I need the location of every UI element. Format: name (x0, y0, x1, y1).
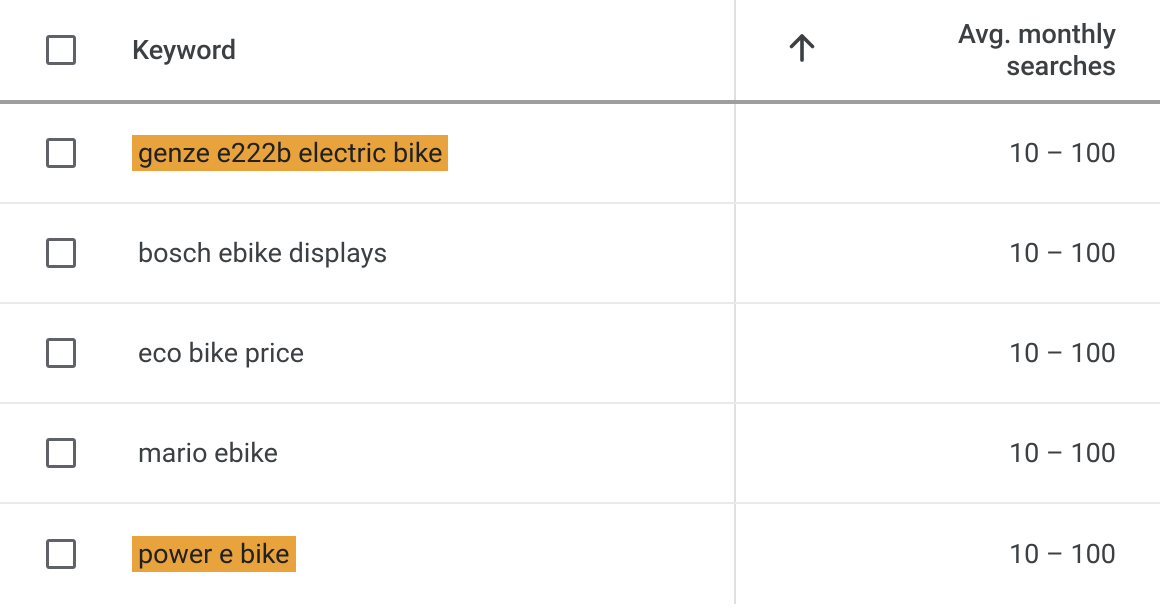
row-searches-cell: 10 – 100 (736, 337, 1116, 369)
row-searches-cell: 10 – 100 (736, 437, 1116, 469)
row-keyword-cell: power e bike (132, 536, 734, 572)
row-checkbox[interactable] (46, 238, 76, 268)
row-keyword-cell: genze e222b electric bike (132, 135, 734, 171)
arrow-up-icon (784, 30, 820, 70)
table-row: eco bike price 10 – 100 (0, 304, 1160, 404)
table-body: genze e222b electric bike10 – 100bosch e… (0, 104, 1160, 604)
row-checkbox[interactable] (46, 438, 76, 468)
row-checkbox-cell (46, 338, 132, 368)
keyword-text[interactable]: power e bike (132, 536, 296, 572)
row-checkbox-cell (46, 238, 132, 268)
header-checkbox-cell (46, 35, 132, 65)
table-header-row: Keyword Avg. monthly searches (0, 0, 1160, 104)
table-row: bosch ebike displays 10 – 100 (0, 204, 1160, 304)
searches-text: 10 – 100 (1009, 337, 1116, 369)
row-checkbox[interactable] (46, 338, 76, 368)
searches-text: 10 – 100 (1009, 538, 1116, 570)
header-searches-line1: Avg. monthly (958, 18, 1116, 50)
keyword-text[interactable]: bosch ebike displays (132, 235, 393, 271)
header-searches-line2: searches (958, 50, 1116, 82)
keyword-text[interactable]: eco bike price (132, 335, 310, 371)
row-checkbox-cell (46, 539, 132, 569)
table-row: genze e222b electric bike 10 – 100 (0, 104, 1160, 204)
row-checkbox-cell (46, 438, 132, 468)
searches-text: 10 – 100 (1009, 237, 1116, 269)
header-searches-label: Avg. monthly searches (958, 18, 1116, 83)
table-row: power e bike 10 – 100 (0, 504, 1160, 604)
row-searches-cell: 10 – 100 (736, 137, 1116, 169)
row-keyword-cell: mario ebike (132, 435, 734, 471)
row-checkbox[interactable] (46, 138, 76, 168)
row-keyword-cell: bosch ebike displays (132, 235, 734, 271)
keyword-text[interactable]: mario ebike (132, 435, 284, 471)
keyword-text[interactable]: genze e222b electric bike (132, 135, 448, 171)
row-checkbox[interactable] (46, 539, 76, 569)
select-all-checkbox[interactable] (46, 35, 76, 65)
searches-text: 10 – 100 (1009, 437, 1116, 469)
header-keyword-label: Keyword (132, 34, 236, 66)
row-searches-cell: 10 – 100 (736, 538, 1116, 570)
row-checkbox-cell (46, 138, 132, 168)
header-searches-cell[interactable]: Avg. monthly searches (736, 18, 1116, 83)
row-keyword-cell: eco bike price (132, 335, 734, 371)
header-keyword-cell[interactable]: Keyword (132, 34, 734, 66)
keyword-table: Keyword Avg. monthly searches genze e222… (0, 0, 1160, 604)
searches-text: 10 – 100 (1009, 137, 1116, 169)
row-searches-cell: 10 – 100 (736, 237, 1116, 269)
table-row: mario ebike 10 – 100 (0, 404, 1160, 504)
